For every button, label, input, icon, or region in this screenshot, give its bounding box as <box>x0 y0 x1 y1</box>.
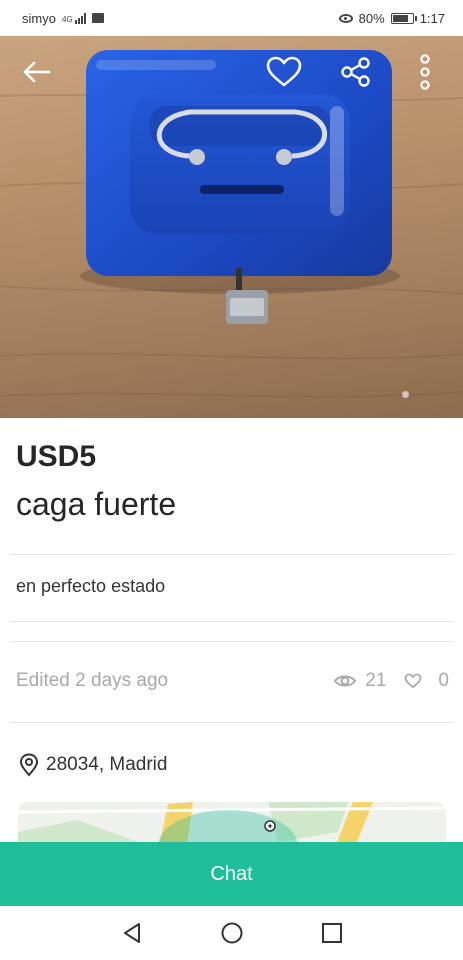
battery-icon <box>390 12 417 24</box>
network-type: 4G <box>61 14 73 24</box>
nav-recents-button[interactable] <box>282 906 382 960</box>
share-icon <box>341 57 370 87</box>
clock: 1:17 <box>419 10 445 26</box>
more-options-button[interactable] <box>408 52 442 92</box>
listing-meta: Edited 2 days ago 21 0 <box>16 670 449 692</box>
favorites-count: 0 <box>438 670 449 691</box>
battery-percent: 80% <box>358 10 385 26</box>
stats: 21 0 <box>333 670 449 692</box>
status-left: simyo 4G <box>22 11 104 26</box>
divider <box>10 554 453 555</box>
listing-price: USD5 <box>16 440 97 473</box>
divider <box>10 641 453 642</box>
edited-label: Edited 2 days ago <box>16 670 169 691</box>
divider <box>10 722 453 723</box>
heart-icon <box>266 56 302 87</box>
views-icon <box>334 675 357 687</box>
eye-comfort-icon <box>338 13 353 23</box>
views-count: 21 <box>365 670 387 691</box>
favorites-icon <box>405 673 422 689</box>
listing-title: caga fuerte <box>16 486 177 522</box>
chat-button[interactable]: Chat <box>0 842 463 906</box>
favorite-button[interactable] <box>262 52 306 92</box>
system-navigation-bar <box>0 906 463 960</box>
status-bar: simyo 4G 80% 1:17 <box>0 0 463 36</box>
nav-home-button[interactable] <box>182 906 282 960</box>
square-recents-icon <box>321 923 342 943</box>
carrier-label: simyo <box>22 10 56 26</box>
location-pin-icon <box>19 753 39 777</box>
triangle-back-icon <box>123 923 140 943</box>
message-notification-icon <box>91 13 104 23</box>
back-button[interactable] <box>14 52 58 92</box>
circle-home-icon <box>221 922 242 944</box>
listing-description: en perfecto estado <box>16 576 166 596</box>
nav-back-button[interactable] <box>82 906 182 960</box>
location-row: 28034, Madrid <box>18 753 167 777</box>
product-photo[interactable] <box>0 36 463 418</box>
share-button[interactable] <box>334 52 378 92</box>
signal-icon: 4G <box>61 12 86 24</box>
more-vertical-icon <box>420 54 430 90</box>
divider <box>10 621 453 622</box>
photo-illustration <box>0 50 463 398</box>
carousel-indicator <box>402 391 409 398</box>
back-arrow-icon <box>23 61 51 83</box>
status-right: 80% 1:17 <box>338 10 445 26</box>
location-text: 28034, Madrid <box>46 754 168 775</box>
